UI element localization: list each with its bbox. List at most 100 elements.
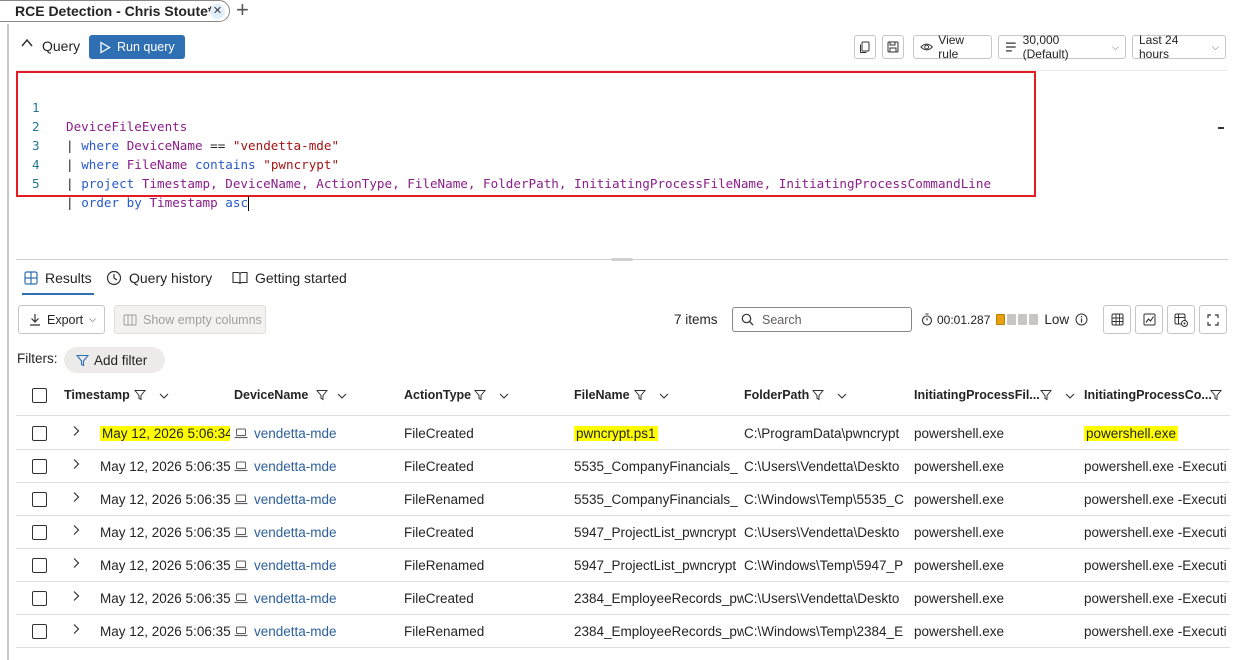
cell-devicename[interactable]: vendetta-mde <box>234 549 404 582</box>
cell-value: FileRenamed <box>404 492 485 507</box>
filter-icon[interactable] <box>474 389 486 401</box>
cell-devicename[interactable]: vendetta-mde <box>234 417 404 450</box>
info-icon[interactable] <box>1075 313 1088 326</box>
results-toolbar: Export ⌵ Show empty columns 7 items Sear… <box>16 304 1230 336</box>
chevron-right-icon[interactable] <box>71 425 81 437</box>
cell-value[interactable]: vendetta-mde <box>254 426 337 441</box>
copy-button[interactable] <box>854 35 876 59</box>
select-all-checkbox[interactable] <box>32 388 47 403</box>
query-editor[interactable]: 1 DeviceFileEvents 2 | where DeviceName … <box>16 70 1228 261</box>
view-rule-button[interactable]: View rule <box>913 33 992 61</box>
column-header-timestamp[interactable]: Timestamp <box>64 378 234 416</box>
cell-value[interactable]: vendetta-mde <box>254 624 337 639</box>
chevron-right-icon[interactable] <box>71 524 81 536</box>
elapsed-time: 00:01.287 <box>937 312 991 327</box>
cell-value: powershell.exe -Executi <box>1084 624 1227 639</box>
laptop-icon <box>234 494 248 505</box>
table-row[interactable]: May 12, 2026 5:06:35 vendetta-mde FileCrea… <box>16 516 1230 549</box>
column-header-initiatingprocesscommandline[interactable]: InitiatingProcessCo... <box>1084 378 1230 416</box>
tab-query-history-label: Query history <box>129 270 213 286</box>
row-checkbox[interactable] <box>32 591 47 606</box>
column-header-folderpath[interactable]: FolderPath <box>744 378 914 416</box>
row-checkbox[interactable] <box>32 492 47 507</box>
result-limit-dropdown[interactable]: 30,000 (Default) ⌵ <box>998 33 1126 61</box>
cell-devicename[interactable]: vendetta-mde <box>234 450 404 483</box>
filter-icon[interactable] <box>812 389 824 401</box>
time-range-dropdown[interactable]: Last 24 hours ⌵ <box>1132 33 1226 61</box>
filter-icon[interactable] <box>1040 389 1052 401</box>
cell-devicename[interactable]: vendetta-mde <box>234 483 404 516</box>
row-checkbox[interactable] <box>32 624 47 639</box>
cell-timestamp: May 12, 2026 5:06:35 <box>100 549 230 582</box>
row-checkbox[interactable] <box>32 426 47 441</box>
cell-value: 5535_CompanyFinancials_ <box>574 492 738 507</box>
tab-results[interactable]: Results <box>24 270 92 286</box>
list-icon <box>1005 42 1016 52</box>
cell-value: C:\Users\Vendetta\Deskto <box>744 591 900 606</box>
run-query-button[interactable]: Run query <box>89 35 185 59</box>
cell-value[interactable]: vendetta-mde <box>254 558 337 573</box>
add-tab-icon[interactable]: + <box>236 0 249 21</box>
cell-devicename[interactable]: vendetta-mde <box>234 615 404 648</box>
cell-value: 2384_EmployeeRecords_pw <box>574 624 744 639</box>
chevron-down-icon[interactable] <box>1064 390 1076 402</box>
chevron-right-icon[interactable] <box>71 491 81 503</box>
table-row[interactable]: May 12, 2026 5:06:35 vendetta-mde FileRena… <box>16 483 1230 516</box>
cell-value[interactable]: vendetta-mde <box>254 591 337 606</box>
tab-rce-detection[interactable]: RCE Detection - Chris Stoute* ✕ <box>0 0 230 22</box>
cell-value[interactable]: vendetta-mde <box>254 492 337 507</box>
code-token: project <box>81 176 135 191</box>
view-rule-label: View rule <box>938 33 965 61</box>
chevron-down-icon[interactable] <box>836 390 848 402</box>
chart-view-button[interactable] <box>1135 305 1163 334</box>
save-button[interactable] <box>882 35 904 59</box>
active-tab-indicator <box>22 293 94 295</box>
close-icon[interactable]: ✕ <box>210 4 225 19</box>
search-input[interactable]: Search <box>732 307 912 332</box>
column-header-initiatingprocessfilename[interactable]: InitiatingProcessFil... <box>914 378 1084 416</box>
fullscreen-button[interactable] <box>1199 305 1227 334</box>
filter-icon[interactable] <box>134 389 146 401</box>
chevron-right-icon[interactable] <box>71 557 81 569</box>
tab-query-history[interactable]: Query history <box>106 270 212 286</box>
show-empty-columns-button[interactable]: Show empty columns <box>114 305 266 334</box>
column-settings-button[interactable] <box>1167 305 1195 334</box>
code-token: FileName <box>126 157 188 172</box>
table-view-button[interactable] <box>1103 305 1131 334</box>
chevron-down-icon[interactable] <box>658 390 670 402</box>
table-row[interactable]: May 12, 2026 5:06:34 vendetta-mde FileCrea… <box>16 417 1230 450</box>
column-header-actiontype[interactable]: ActionType <box>404 378 574 416</box>
chevron-right-icon[interactable] <box>71 590 81 602</box>
row-checkbox[interactable] <box>32 459 47 474</box>
cell-devicename[interactable]: vendetta-mde <box>234 582 404 615</box>
chevron-up-icon[interactable] <box>20 36 34 50</box>
table-row[interactable]: May 12, 2026 5:06:35 vendetta-mde FileCrea… <box>16 450 1230 483</box>
cell-value[interactable]: vendetta-mde <box>254 459 337 474</box>
chevron-down-icon: ⌵ <box>1212 41 1219 52</box>
resize-handle[interactable] <box>611 258 633 261</box>
row-checkbox[interactable] <box>32 525 47 540</box>
cell-timestamp: May 12, 2026 5:06:35 <box>100 450 230 483</box>
filter-icon[interactable] <box>634 389 646 401</box>
table-row[interactable]: May 12, 2026 5:06:35 vendetta-mde FileRena… <box>16 615 1230 648</box>
cell-value: powershell.exe -Executi <box>1084 558 1227 573</box>
filter-icon[interactable] <box>1210 389 1222 401</box>
chevron-right-icon[interactable] <box>71 623 81 635</box>
table-row[interactable]: May 12, 2026 5:06:35 vendetta-mde FileRena… <box>16 549 1230 582</box>
add-filter-button[interactable]: Add filter <box>64 347 165 373</box>
chevron-down-icon[interactable] <box>158 390 170 402</box>
chevron-down-icon[interactable] <box>498 390 510 402</box>
cell-value: powershell.exe -Executi <box>1084 459 1227 474</box>
chevron-right-icon[interactable] <box>71 458 81 470</box>
cell-value: pwncrypt.ps1 <box>574 426 658 441</box>
filter-icon[interactable] <box>316 389 328 401</box>
export-button[interactable]: Export ⌵ <box>18 305 105 334</box>
row-checkbox[interactable] <box>32 558 47 573</box>
cell-value: powershell.exe <box>914 426 1005 441</box>
table-row[interactable]: May 12, 2026 5:06:35 vendetta-mde FileCrea… <box>16 582 1230 615</box>
tab-getting-started[interactable]: Getting started <box>232 270 347 286</box>
cell-value[interactable]: vendetta-mde <box>254 525 337 540</box>
cell-devicename[interactable]: vendetta-mde <box>234 516 404 549</box>
chevron-down-icon[interactable] <box>336 390 348 402</box>
cell-value: powershell.exe <box>1084 426 1179 441</box>
